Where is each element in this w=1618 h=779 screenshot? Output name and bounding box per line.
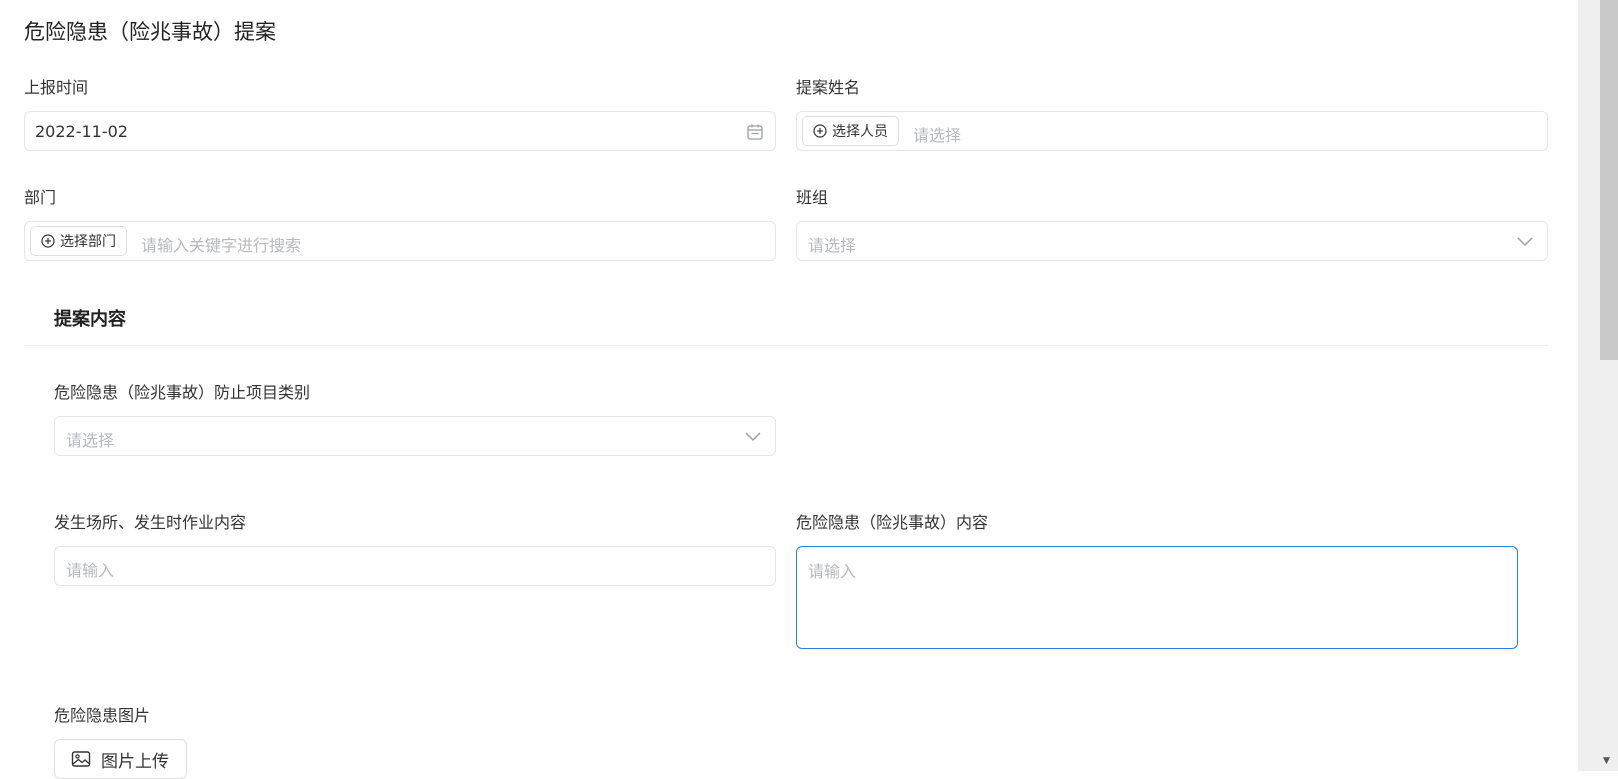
plus-circle-icon xyxy=(41,234,55,248)
section-title: 提案内容 xyxy=(54,309,126,330)
scrollbar-thumb[interactable] xyxy=(1600,0,1618,360)
report-time-date-picker[interactable]: 2022-11-02 xyxy=(24,111,776,151)
select-department-label: 选择部门 xyxy=(60,234,116,250)
location-label: 发生场所、发生时作业内容 xyxy=(54,513,247,532)
page-title: 危险隐患（险兆事故）提案 xyxy=(24,20,276,44)
calendar-icon[interactable] xyxy=(746,123,764,141)
scroll-down-arrow-icon[interactable]: ▼ xyxy=(1603,756,1610,766)
department-field[interactable]: 选择部门 请输入关键字进行搜索 xyxy=(24,221,776,261)
proposer-placeholder: 请选择 xyxy=(913,126,962,145)
image-upload-button[interactable]: 图片上传 xyxy=(54,739,187,779)
plus-circle-icon xyxy=(813,124,827,138)
category-placeholder: 请选择 xyxy=(66,431,115,450)
image-icon xyxy=(71,750,91,768)
department-search-placeholder: 请输入关键字进行搜索 xyxy=(141,236,302,255)
location-input[interactable]: 请输入 xyxy=(54,546,776,586)
location-placeholder: 请输入 xyxy=(66,561,115,580)
report-time-label: 上报时间 xyxy=(24,78,89,97)
chevron-down-icon xyxy=(1516,234,1534,248)
hazard-content-textarea[interactable]: 请输入 xyxy=(796,546,1518,649)
select-person-button[interactable]: 选择人员 xyxy=(802,116,899,146)
proposer-field[interactable]: 选择人员 请选择 xyxy=(796,111,1548,151)
team-placeholder: 请选择 xyxy=(808,236,857,255)
report-time-value: 2022-11-02 xyxy=(35,122,128,141)
select-person-label: 选择人员 xyxy=(832,124,888,140)
hazard-content-label: 危险隐患（险兆事故）内容 xyxy=(796,513,989,532)
section-divider xyxy=(24,345,1548,346)
select-department-button[interactable]: 选择部门 xyxy=(30,226,127,256)
category-select[interactable]: 请选择 xyxy=(54,416,776,456)
proposer-label: 提案姓名 xyxy=(796,78,861,97)
department-label: 部门 xyxy=(24,188,57,207)
team-label: 班组 xyxy=(796,188,829,207)
image-label: 危险隐患图片 xyxy=(54,706,151,725)
chevron-down-icon xyxy=(744,429,762,443)
hazard-content-placeholder: 请输入 xyxy=(808,562,857,581)
image-upload-label: 图片上传 xyxy=(101,751,169,772)
category-label: 危险隐患（险兆事故）防止项目类别 xyxy=(54,383,311,402)
team-select[interactable]: 请选择 xyxy=(796,221,1548,261)
